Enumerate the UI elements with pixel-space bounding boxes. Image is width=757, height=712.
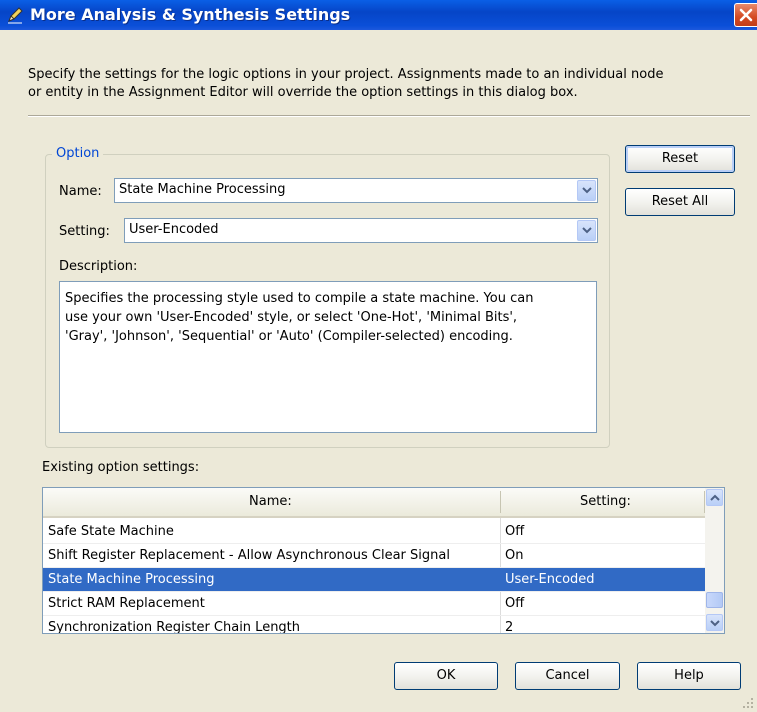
table-row[interactable]: Safe State Machine Off — [43, 520, 705, 544]
chevron-down-icon — [582, 187, 592, 194]
name-combobox-value: State Machine Processing — [119, 182, 286, 197]
help-button[interactable]: Help — [637, 662, 741, 690]
table-row[interactable]: Strict RAM Replacement Off — [43, 592, 705, 616]
close-icon — [739, 8, 753, 22]
chevron-down-icon — [582, 227, 592, 234]
table-row-selected[interactable]: State Machine Processing User-Encoded — [43, 568, 705, 592]
row-setting: User-Encoded — [505, 572, 595, 587]
table-row[interactable]: Shift Register Replacement - Allow Async… — [43, 544, 705, 568]
resize-grip-icon[interactable] — [742, 697, 754, 709]
close-button[interactable] — [734, 3, 757, 27]
row-name: Strict RAM Replacement — [48, 596, 205, 611]
row-name: Safe State Machine — [48, 524, 174, 539]
description-line: 'Gray', 'Johnson', 'Sequential' or 'Auto… — [65, 329, 513, 344]
chevron-down-icon — [710, 620, 720, 627]
intro-text: Specify the settings for the logic optio… — [28, 66, 748, 102]
window-title: More Analysis & Synthesis Settings — [30, 5, 351, 24]
name-combobox-arrow[interactable] — [577, 180, 596, 201]
description-box: Specifies the processing style used to c… — [59, 281, 597, 433]
intro-line: Specify the settings for the logic optio… — [28, 67, 664, 82]
description-line: use your own 'User-Encoded' style, or se… — [65, 310, 518, 325]
setting-combobox[interactable]: User-Encoded — [124, 218, 598, 243]
row-setting: On — [505, 548, 524, 563]
setting-combobox-arrow[interactable] — [577, 220, 596, 241]
row-name: Shift Register Replacement - Allow Async… — [48, 548, 450, 563]
row-name: State Machine Processing — [48, 572, 215, 587]
chevron-up-icon — [710, 494, 720, 501]
name-label: Name: — [59, 184, 102, 199]
column-header-setting[interactable]: Setting: — [580, 494, 631, 509]
ok-button[interactable]: OK — [394, 662, 498, 690]
setting-label: Setting: — [59, 224, 110, 239]
description-line: Specifies the processing style used to c… — [65, 291, 534, 306]
option-group-legend: Option — [52, 146, 104, 161]
reset-all-button[interactable]: Reset All — [625, 188, 735, 216]
separator — [28, 115, 750, 117]
existing-settings-label: Existing option settings: — [42, 460, 200, 475]
row-setting: Off — [505, 596, 525, 611]
setting-combobox-value: User-Encoded — [129, 222, 219, 237]
row-setting: Off — [505, 524, 525, 539]
intro-line: or entity in the Assignment Editor will … — [28, 85, 578, 100]
name-combobox[interactable]: State Machine Processing — [114, 178, 598, 203]
column-header-name[interactable]: Name: — [249, 494, 292, 509]
title-bar: More Analysis & Synthesis Settings — [0, 0, 757, 30]
row-name: Synchronization Register Chain Length — [48, 620, 301, 634]
vertical-scrollbar[interactable] — [705, 488, 724, 633]
pencil-icon — [8, 7, 23, 24]
scroll-down-button[interactable] — [706, 614, 723, 631]
cancel-button[interactable]: Cancel — [515, 662, 620, 690]
column-divider[interactable] — [500, 491, 501, 513]
description-label: Description: — [59, 259, 138, 274]
existing-settings-table[interactable]: Name: Setting: Safe State Machine Off Sh… — [42, 487, 725, 634]
table-header: Name: Setting: — [43, 488, 705, 518]
table-row[interactable]: Synchronization Register Chain Length 2 — [43, 616, 705, 634]
reset-button[interactable]: Reset — [625, 145, 735, 173]
row-setting: 2 — [505, 620, 514, 634]
scroll-up-button[interactable] — [706, 489, 723, 506]
scroll-thumb[interactable] — [706, 592, 723, 608]
